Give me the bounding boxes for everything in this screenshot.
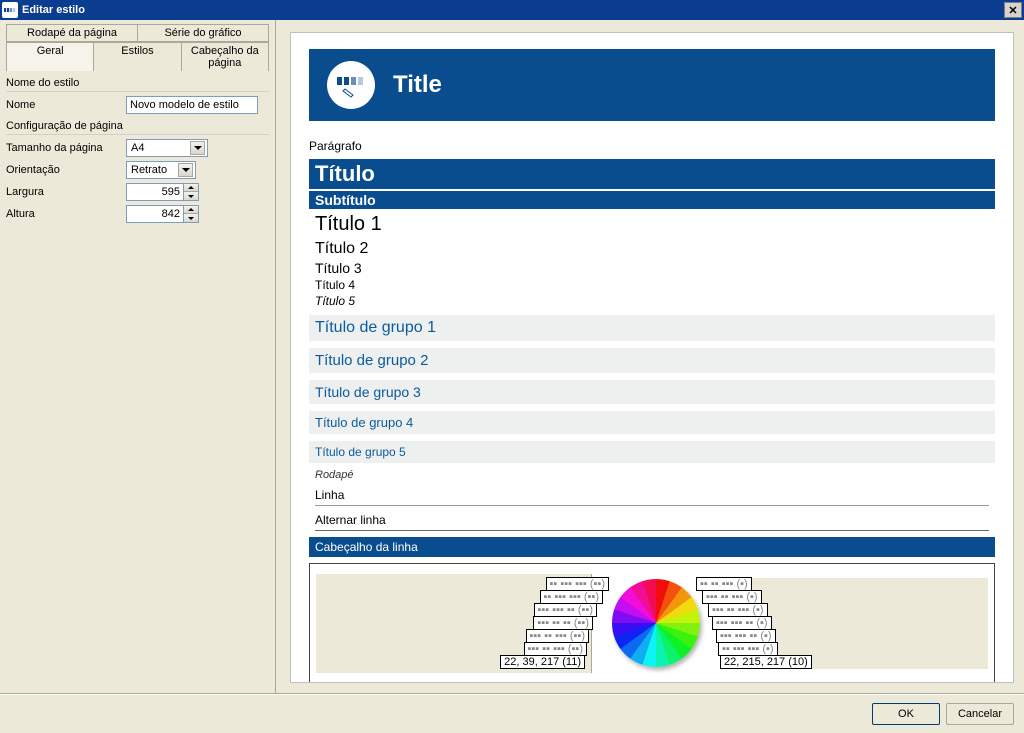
ok-button[interactable]: OK <box>872 703 940 725</box>
right-panel: Title Parágrafo Título Subtítulo Título … <box>276 20 1024 693</box>
preview-h5: Título 5 <box>315 294 989 308</box>
preview-title: Título <box>309 159 995 189</box>
pie-chart-icon <box>612 579 700 667</box>
pagesize-select[interactable]: A4 <box>126 139 208 157</box>
main-area: Rodapé da página Série do gráfico Geral … <box>0 20 1024 694</box>
preview-group-1: Título de grupo 1 <box>309 314 995 341</box>
dialog-footer: OK Cancelar <box>0 694 1024 732</box>
preview-group-3: Título de grupo 3 <box>309 379 995 404</box>
preview-line: Linha <box>315 485 989 506</box>
orientation-label: Orientação <box>6 164 126 176</box>
title-bar: Editar estilo ✕ <box>0 0 1024 20</box>
legend-right-item: 22, 215, 217 (10) <box>720 655 812 669</box>
width-input[interactable] <box>126 183 184 201</box>
name-label: Nome <box>6 99 126 111</box>
tab-page-footer[interactable]: Rodapé da página <box>6 24 138 42</box>
tab-chart-series[interactable]: Série do gráfico <box>138 24 269 42</box>
cancel-button[interactable]: Cancelar <box>946 703 1014 725</box>
preview-canvas: Title Parágrafo Título Subtítulo Título … <box>290 32 1014 683</box>
spin-down-icon[interactable] <box>184 214 198 222</box>
name-input[interactable] <box>126 96 258 114</box>
height-label: Altura <box>6 208 126 220</box>
height-spinner[interactable] <box>126 205 199 223</box>
preview-header: Title <box>309 49 995 121</box>
pagesize-value: A4 <box>131 142 144 154</box>
preview-group-2: Título de grupo 2 <box>309 347 995 373</box>
spin-up-icon[interactable] <box>184 184 198 192</box>
legend-right: ▪▪ ▪▪ ▪▪▪ (▪) ▪▪▪ ▪▪ ▪▪▪ (▪) ▪▪▪ ▪▪ ▪▪▪ … <box>720 578 988 669</box>
preview-group-5: Título de grupo 5 <box>309 440 995 463</box>
close-button[interactable]: ✕ <box>1004 2 1022 18</box>
legend-left: ▪▪ ▪▪▪ ▪▪▪ (▪▪) ▪▪ ▪▪▪ ▪▪▪ (▪▪) ▪▪▪ ▪▪▪ … <box>316 574 592 673</box>
preview-h4: Título 4 <box>315 278 989 292</box>
width-spinner[interactable] <box>126 183 199 201</box>
tab-general[interactable]: Geral <box>6 42 94 71</box>
tabs-row-2: Geral Estilos Cabeçalho da página <box>6 42 269 71</box>
width-label: Largura <box>6 186 126 198</box>
window-title: Editar estilo <box>22 4 1004 16</box>
chevron-down-icon <box>178 163 193 177</box>
preview-chart: ▪▪ ▪▪▪ ▪▪▪ (▪▪) ▪▪ ▪▪▪ ▪▪▪ (▪▪) ▪▪▪ ▪▪▪ … <box>309 563 995 683</box>
preview-h3: Título 3 <box>315 260 989 276</box>
chevron-down-icon <box>190 141 205 155</box>
preview-paragraph: Parágrafo <box>309 139 995 153</box>
spin-down-icon[interactable] <box>184 192 198 200</box>
preview-alt-line: Alternar linha <box>315 510 989 531</box>
section-page-config: Configuração de página <box>6 120 269 135</box>
spin-up-icon[interactable] <box>184 206 198 214</box>
logo-icon <box>327 61 375 109</box>
tab-styles[interactable]: Estilos <box>94 42 181 71</box>
preview-h2: Título 2 <box>315 240 989 258</box>
left-panel: Rodapé da página Série do gráfico Geral … <box>0 20 276 693</box>
preview-h1: Título 1 <box>315 213 989 236</box>
preview-row-header: Cabeçalho da linha <box>309 537 995 557</box>
pagesize-label: Tamanho da página <box>6 142 126 154</box>
tabs-row-1: Rodapé da página Série do gráfico <box>6 24 269 42</box>
orientation-value: Retrato <box>131 164 167 176</box>
orientation-select[interactable]: Retrato <box>126 161 196 179</box>
preview-group-4: Título de grupo 4 <box>309 410 995 434</box>
preview-header-title: Title <box>393 71 442 99</box>
height-input[interactable] <box>126 205 184 223</box>
section-style-name: Nome do estilo <box>6 77 269 92</box>
tab-page-header[interactable]: Cabeçalho da página <box>182 42 269 71</box>
legend-left-item: 22, 39, 217 (11) <box>500 655 585 669</box>
preview-subtitle: Subtítulo <box>309 191 995 209</box>
app-icon <box>2 2 18 18</box>
preview-footer: Rodapé <box>315 469 989 481</box>
